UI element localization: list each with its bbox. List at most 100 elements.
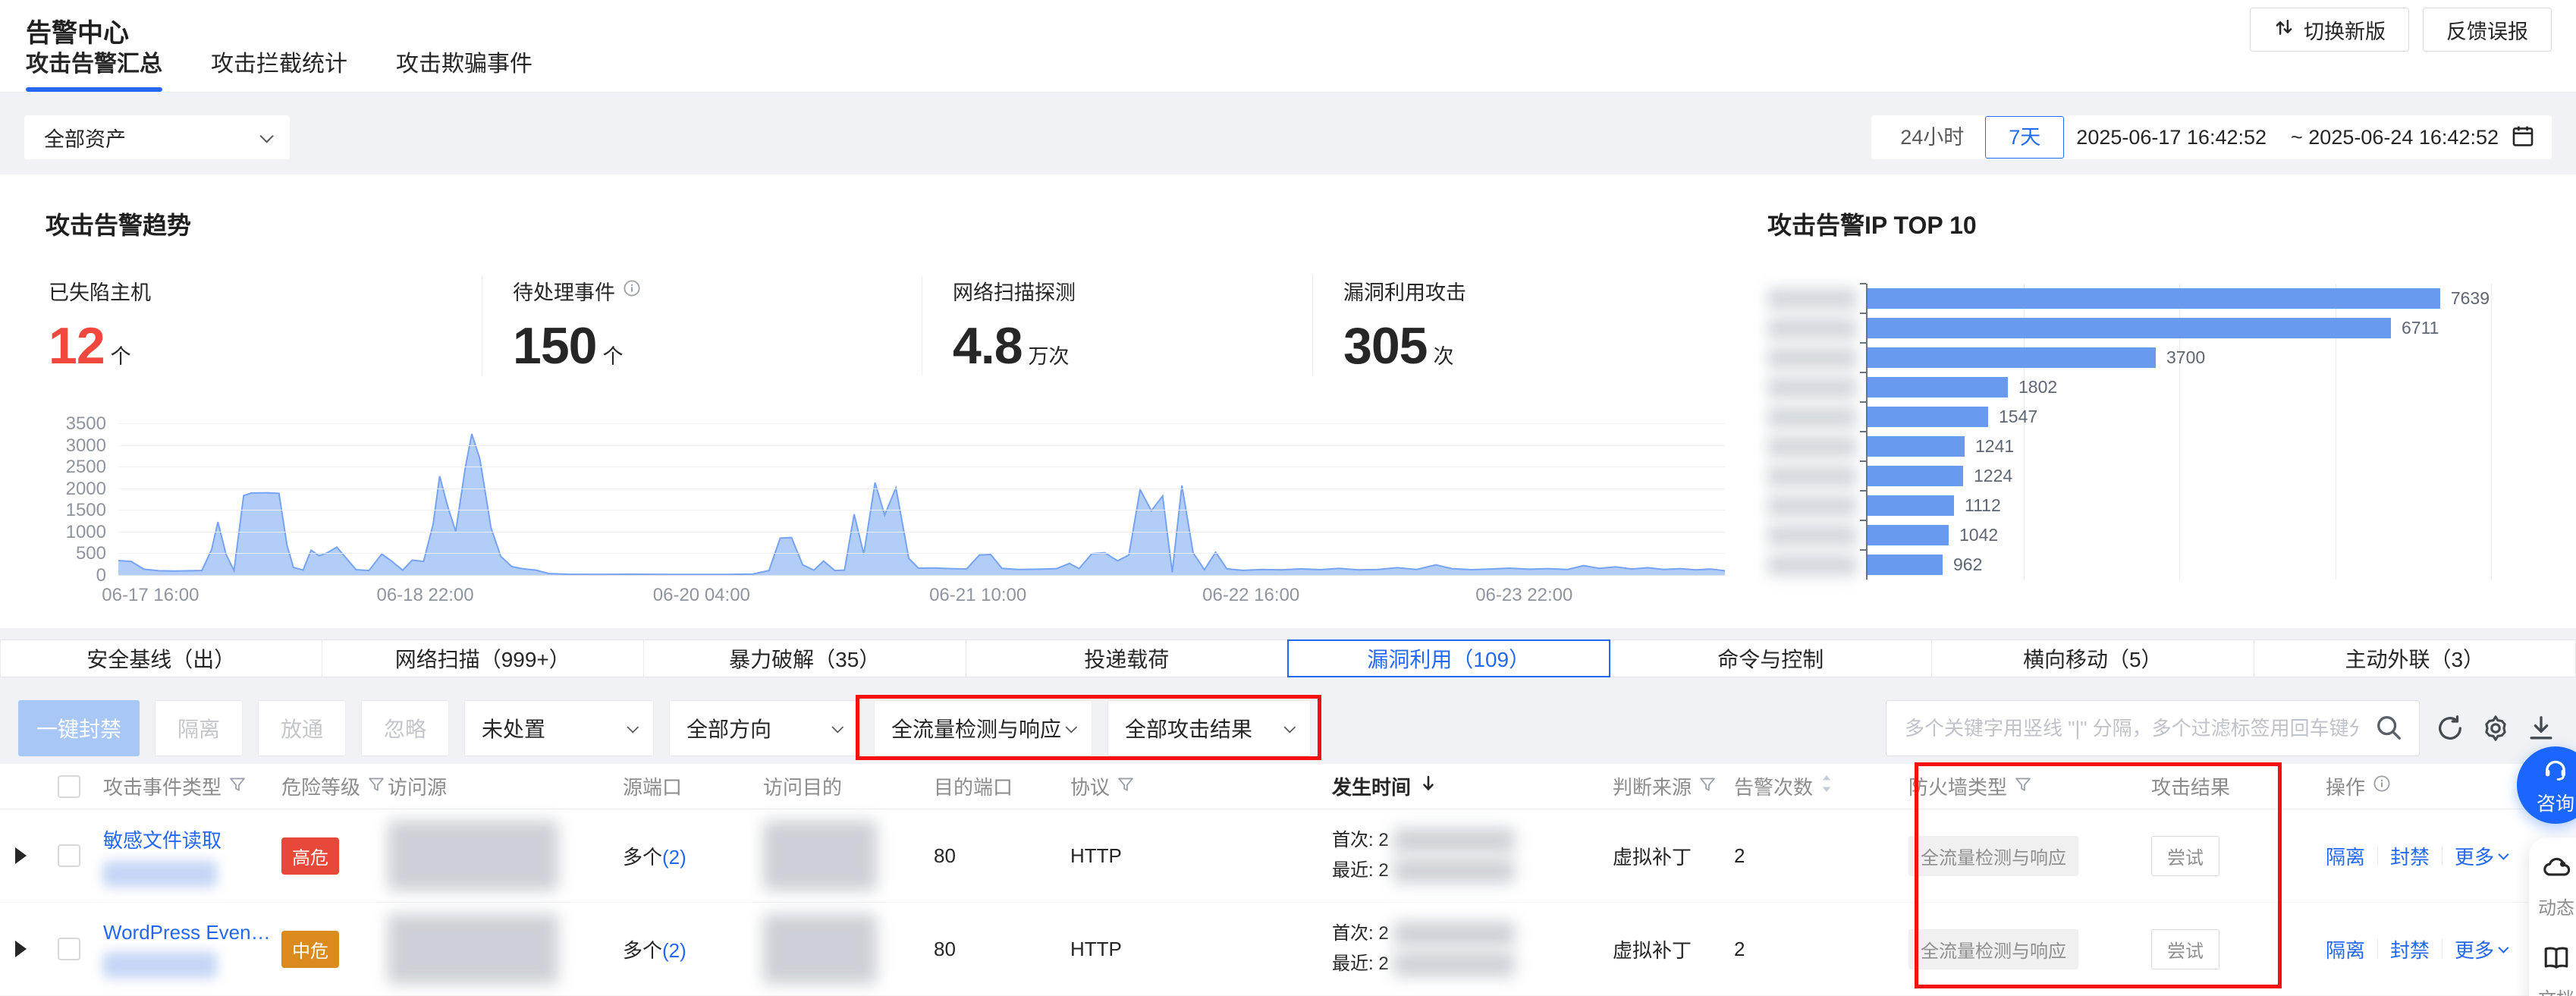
dynamic-item[interactable]: 动态 xyxy=(2538,853,2574,919)
calendar-icon[interactable] xyxy=(2511,124,2535,152)
search-icon[interactable] xyxy=(2374,713,2403,746)
start-date[interactable]: 2025-06-17 16:42:52 xyxy=(2076,126,2267,149)
end-date[interactable]: ~ 2025-06-24 16:42:52 xyxy=(2291,126,2499,149)
select-all-checkbox[interactable] xyxy=(58,775,80,798)
filter-icon[interactable] xyxy=(2015,774,2031,798)
event-type-cell: WordPress EventON ... xyxy=(103,921,281,978)
toolbar-button-1[interactable]: 隔离 xyxy=(155,700,243,756)
isolate-action[interactable]: 隔离 xyxy=(2326,935,2365,963)
firewall-type-tag: 全流量检测与响应 xyxy=(1908,836,2078,876)
trend-chart: 050010001500200025003000350006-17 16:000… xyxy=(118,424,1725,576)
top10-bar-row-3: 3700 xyxy=(1767,343,2534,372)
asset-select[interactable]: 全部资产 xyxy=(24,115,290,159)
alerts-table: 攻击事件类型危险等级访问源源端口访问目的目的端口协议发生时间判断来源告警次数防火… xyxy=(0,764,2576,996)
judge-source-cell: 虚拟补丁 xyxy=(1613,935,1734,963)
column-header-7[interactable]: 协议 xyxy=(1070,772,1332,800)
alert-count-cell: 2 xyxy=(1734,844,1908,868)
stat-value: 4.8万次 xyxy=(953,316,1312,375)
table-row-2: WordPress EventON ...中危多个(2)80HTTP首次: 2最… xyxy=(0,903,2576,996)
attack-result-tag: 尝试 xyxy=(2151,929,2219,969)
column-header-1[interactable]: 攻击事件类型 xyxy=(103,772,281,800)
toolbar-select-2[interactable]: 全部方向 xyxy=(669,700,859,756)
toolbar-select-3[interactable]: 全流量检测与响应 xyxy=(874,700,1092,756)
row-checkbox[interactable] xyxy=(58,844,80,867)
port-count-link[interactable]: (2) xyxy=(662,939,686,962)
isolate-action[interactable]: 隔离 xyxy=(2326,842,2365,870)
y-axis-label: 2000 xyxy=(46,479,106,500)
header-tab-2[interactable]: 攻击拦截统计 xyxy=(211,45,347,92)
filter-icon[interactable] xyxy=(229,774,246,798)
expand-row-icon[interactable] xyxy=(15,847,27,864)
stat-label: 网络扫描探测 xyxy=(953,276,1312,306)
actions-cell: 隔离封禁更多 xyxy=(2326,935,2553,963)
toolbar-button-3[interactable]: 忽略 xyxy=(361,700,449,756)
redacted-ip-label xyxy=(1767,318,1857,339)
more-action[interactable]: 更多 xyxy=(2455,935,2506,963)
download-icon[interactable] xyxy=(2526,713,2556,743)
protocol-cell: HTTP xyxy=(1070,844,1332,868)
category-tab-7[interactable]: 横向移动（5） xyxy=(1931,639,2254,677)
toolbar-select-1[interactable]: 未处置 xyxy=(464,700,654,756)
bulk-ban-button[interactable]: 一键封禁 xyxy=(18,700,140,756)
bar-zone: 1042 xyxy=(1866,520,2490,550)
top10-section: 攻击告警IP TOP 10 76396711370018021547124112… xyxy=(1729,206,2534,628)
feedback-button[interactable]: 反馈误报 xyxy=(2423,8,2552,52)
expand-row-icon[interactable] xyxy=(15,941,27,957)
y-axis-label: 1000 xyxy=(46,522,106,543)
filter-icon[interactable] xyxy=(1117,774,1134,798)
column-header-2[interactable]: 危险等级 xyxy=(281,772,388,800)
header-actions: 切换新版 反馈误报 xyxy=(2250,8,2552,52)
toolbar-select-4[interactable]: 全部攻击结果 xyxy=(1107,700,1311,756)
category-tab-6[interactable]: 命令与控制 xyxy=(1610,639,1933,677)
column-header-10[interactable]: 告警次数 xyxy=(1734,772,1908,800)
redacted-tag xyxy=(103,861,217,887)
gridline xyxy=(118,553,1725,554)
header-tab-1[interactable]: 攻击告警汇总 xyxy=(26,45,162,92)
sort-desc-icon[interactable] xyxy=(1418,774,1438,799)
column-header-5[interactable]: 访问目的 xyxy=(763,772,934,800)
column-header-9[interactable]: 判断来源 xyxy=(1613,772,1734,800)
toolbar-button-2[interactable]: 放通 xyxy=(258,700,346,756)
category-tab-1[interactable]: 安全基线（出） xyxy=(0,639,322,677)
category-tab-3[interactable]: 暴力破解（35） xyxy=(643,639,966,677)
filter-icon[interactable] xyxy=(368,774,385,798)
range-24h-button[interactable]: 24小时 xyxy=(1879,117,1985,158)
refresh-icon[interactable] xyxy=(2435,713,2465,743)
ban-action[interactable]: 封禁 xyxy=(2390,842,2430,870)
bar-value: 1042 xyxy=(1959,525,1998,545)
column-header-4[interactable]: 源端口 xyxy=(623,772,763,800)
column-header-11[interactable]: 防火墙类型 xyxy=(1908,772,2151,800)
stat-2: 待处理事件150个 xyxy=(482,276,922,375)
search-input[interactable] xyxy=(1886,700,2420,756)
row-checkbox[interactable] xyxy=(58,938,80,960)
alert-center-page: 告警中心 切换新版 反馈误报 攻击告警汇总攻击拦截统计攻击欺骗事件 全部资产 2… xyxy=(0,0,2576,996)
top10-bar-row-2: 6711 xyxy=(1767,313,2534,343)
category-tab-5[interactable]: 漏洞利用（109） xyxy=(1287,639,1610,677)
x-axis-label: 06-17 16:00 xyxy=(102,585,199,606)
port-count-link[interactable]: (2) xyxy=(662,846,686,869)
category-tab-4[interactable]: 投递载荷 xyxy=(966,639,1289,677)
range-7d-button[interactable]: 7天 xyxy=(1985,116,2064,159)
ban-action[interactable]: 封禁 xyxy=(2390,935,2430,963)
category-tabs: 安全基线（出）网络扫描（999+）暴力破解（35）投递载荷漏洞利用（109）命令… xyxy=(0,639,2576,677)
column-header-6[interactable]: 目的端口 xyxy=(934,772,1070,800)
switch-version-button[interactable]: 切换新版 xyxy=(2250,8,2409,52)
more-action[interactable]: 更多 xyxy=(2455,842,2506,870)
column-header-8[interactable]: 发生时间 xyxy=(1332,772,1613,800)
redacted-tag xyxy=(103,952,217,978)
settings-icon[interactable] xyxy=(2480,713,2511,743)
category-tab-8[interactable]: 主动外联（3） xyxy=(2254,639,2576,677)
event-type-link[interactable]: WordPress EventON ... xyxy=(103,921,274,944)
category-tab-2[interactable]: 网络扫描（999+） xyxy=(322,639,645,677)
bar-zone: 6711 xyxy=(1866,313,2490,343)
event-type-link[interactable]: 敏感文件读取 xyxy=(103,825,274,853)
docs-item[interactable]: 文档 xyxy=(2538,944,2574,996)
redacted-ip-label xyxy=(1767,495,1857,517)
sort-icon[interactable] xyxy=(1820,774,1833,799)
column-header-12[interactable]: 攻击结果 xyxy=(2151,772,2326,800)
column-header-3[interactable]: 访问源 xyxy=(388,772,623,800)
redacted-ip-label xyxy=(1767,466,1857,487)
source-port-cell: 多个(2) xyxy=(623,935,763,963)
filter-icon[interactable] xyxy=(1699,774,1716,798)
header-tab-3[interactable]: 攻击欺骗事件 xyxy=(396,45,532,92)
